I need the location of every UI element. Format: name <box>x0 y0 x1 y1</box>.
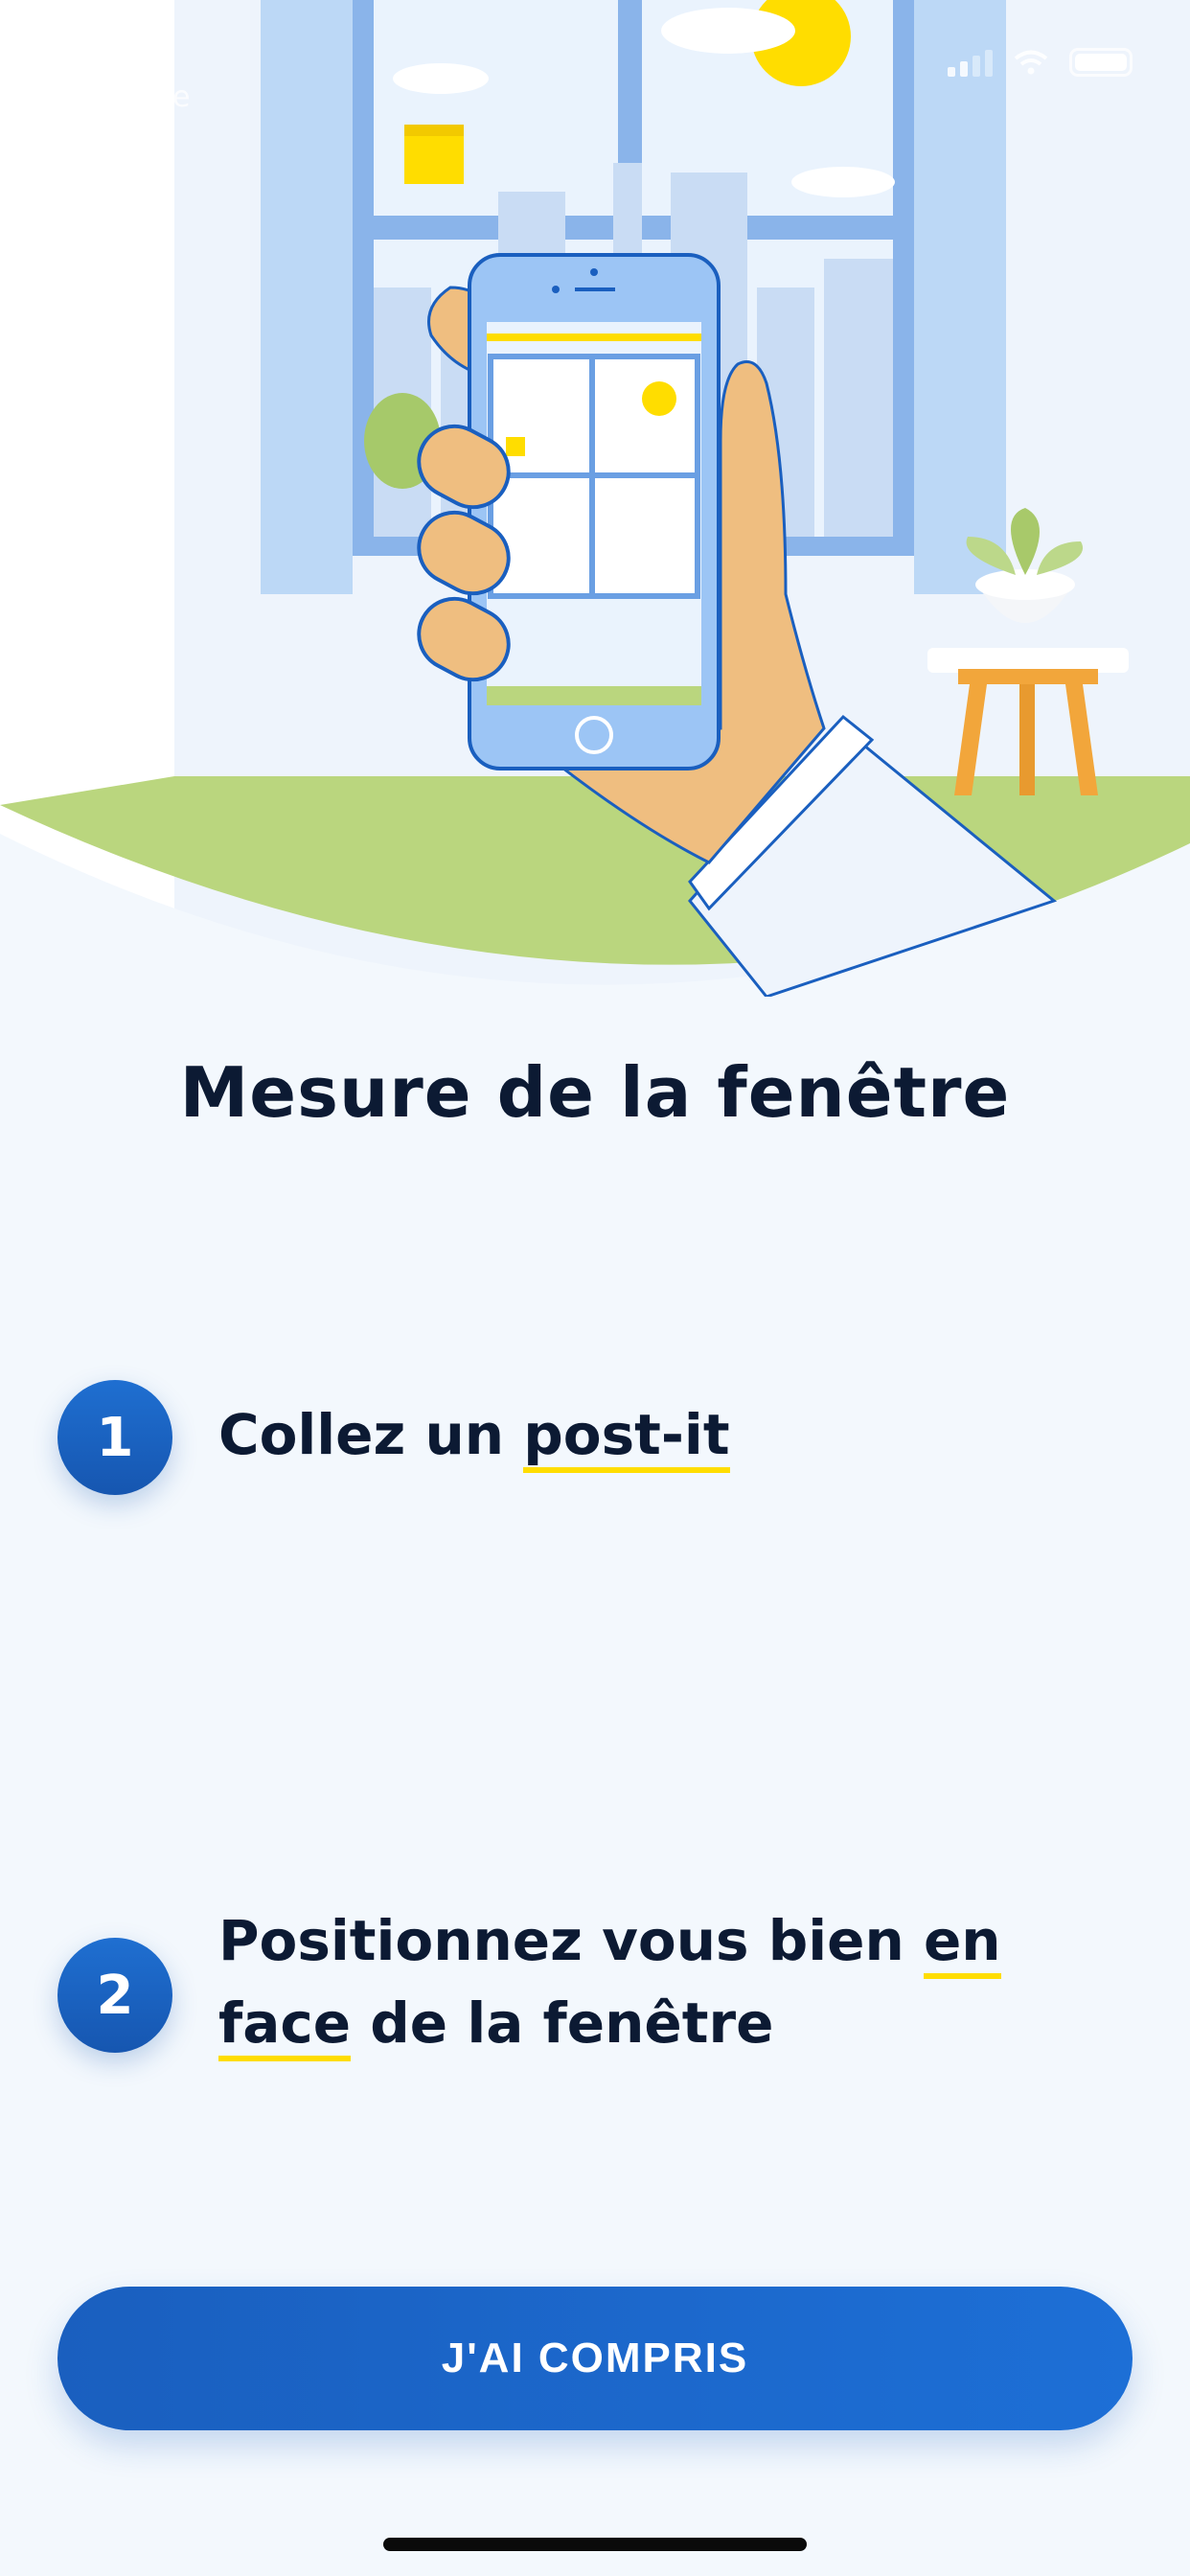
step-number-badge: 1 <box>57 1380 172 1495</box>
hero-illustration <box>0 0 1190 997</box>
wifi-icon <box>1014 50 1048 75</box>
step-text-part: de la fenêtre <box>351 1990 774 2056</box>
step-text: Collez un post-it <box>218 1393 1138 1476</box>
step-text: Positionnez vous bien en face de la fenê… <box>218 1899 1138 2064</box>
page-title: Mesure de la fenêtre <box>179 1052 1011 1133</box>
status-time: 4 <box>144 17 173 66</box>
battery-icon <box>1069 48 1133 77</box>
status-back-app-link[interactable]: ore <box>144 80 191 114</box>
signal-icon <box>948 48 993 77</box>
step-text-part: Collez un <box>218 1402 524 1467</box>
status-icons <box>948 48 1133 77</box>
step-text-highlight: post-it <box>523 1402 730 1473</box>
step-text-part: Positionnez vous bien <box>218 1908 924 1973</box>
home-indicator[interactable] <box>383 2538 807 2551</box>
step-number-badge: 2 <box>57 1938 172 2053</box>
understood-button[interactable]: J'AI COMPRIS <box>57 2287 1133 2430</box>
status-bar: 4 ore <box>0 0 1190 125</box>
